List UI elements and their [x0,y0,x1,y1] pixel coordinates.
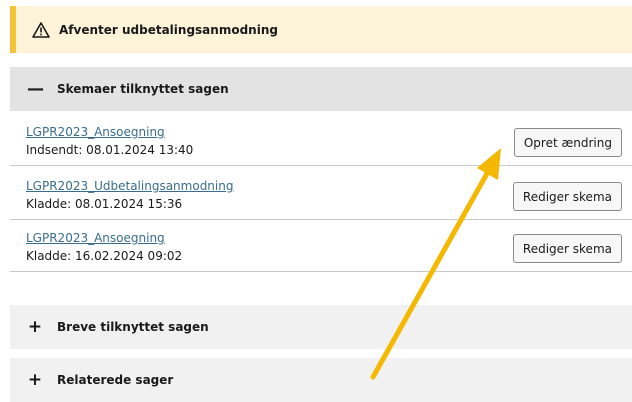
edit-form-button[interactable]: Rediger skema [512,234,622,263]
form-status: Kladde: 08.01.2024 15:36 [26,197,183,211]
form-row: LGPR2023_Udbetalingsanmodning Kladde: 08… [10,175,632,220]
form-row: LGPR2023_Ansoegning Indsendt: 08.01.2024… [10,121,632,166]
form-status: Kladde: 16.02.2024 09:02 [26,249,183,263]
section-title-letters: Breve tilknyttet sagen [57,320,209,334]
create-change-button[interactable]: Opret ændring [513,128,622,157]
expand-icon[interactable]: + [27,317,43,337]
section-title-forms: Skemaer tilknyttet sagen [57,82,229,96]
form-row: LGPR2023_Ansoegning Kladde: 16.02.2024 0… [10,227,632,272]
form-link[interactable]: LGPR2023_Ansoegning [26,231,165,245]
section-header-letters[interactable]: + Breve tilknyttet sagen [10,305,632,349]
expand-icon[interactable]: + [27,370,43,390]
collapse-icon[interactable]: — [27,79,44,99]
status-text: Afventer udbetalingsanmodning [59,22,278,37]
section-title-related: Relaterede sager [57,373,174,387]
form-link[interactable]: LGPR2023_Ansoegning [26,125,165,139]
form-status: Indsendt: 08.01.2024 13:40 [26,143,194,157]
warning-icon [32,21,50,38]
edit-form-button[interactable]: Rediger skema [512,182,622,211]
section-header-forms[interactable]: — Skemaer tilknyttet sagen [10,67,632,111]
section-header-related[interactable]: + Relaterede sager [10,358,632,402]
form-link[interactable]: LGPR2023_Udbetalingsanmodning [26,179,233,193]
status-banner: Afventer udbetalingsanmodning [10,6,632,53]
